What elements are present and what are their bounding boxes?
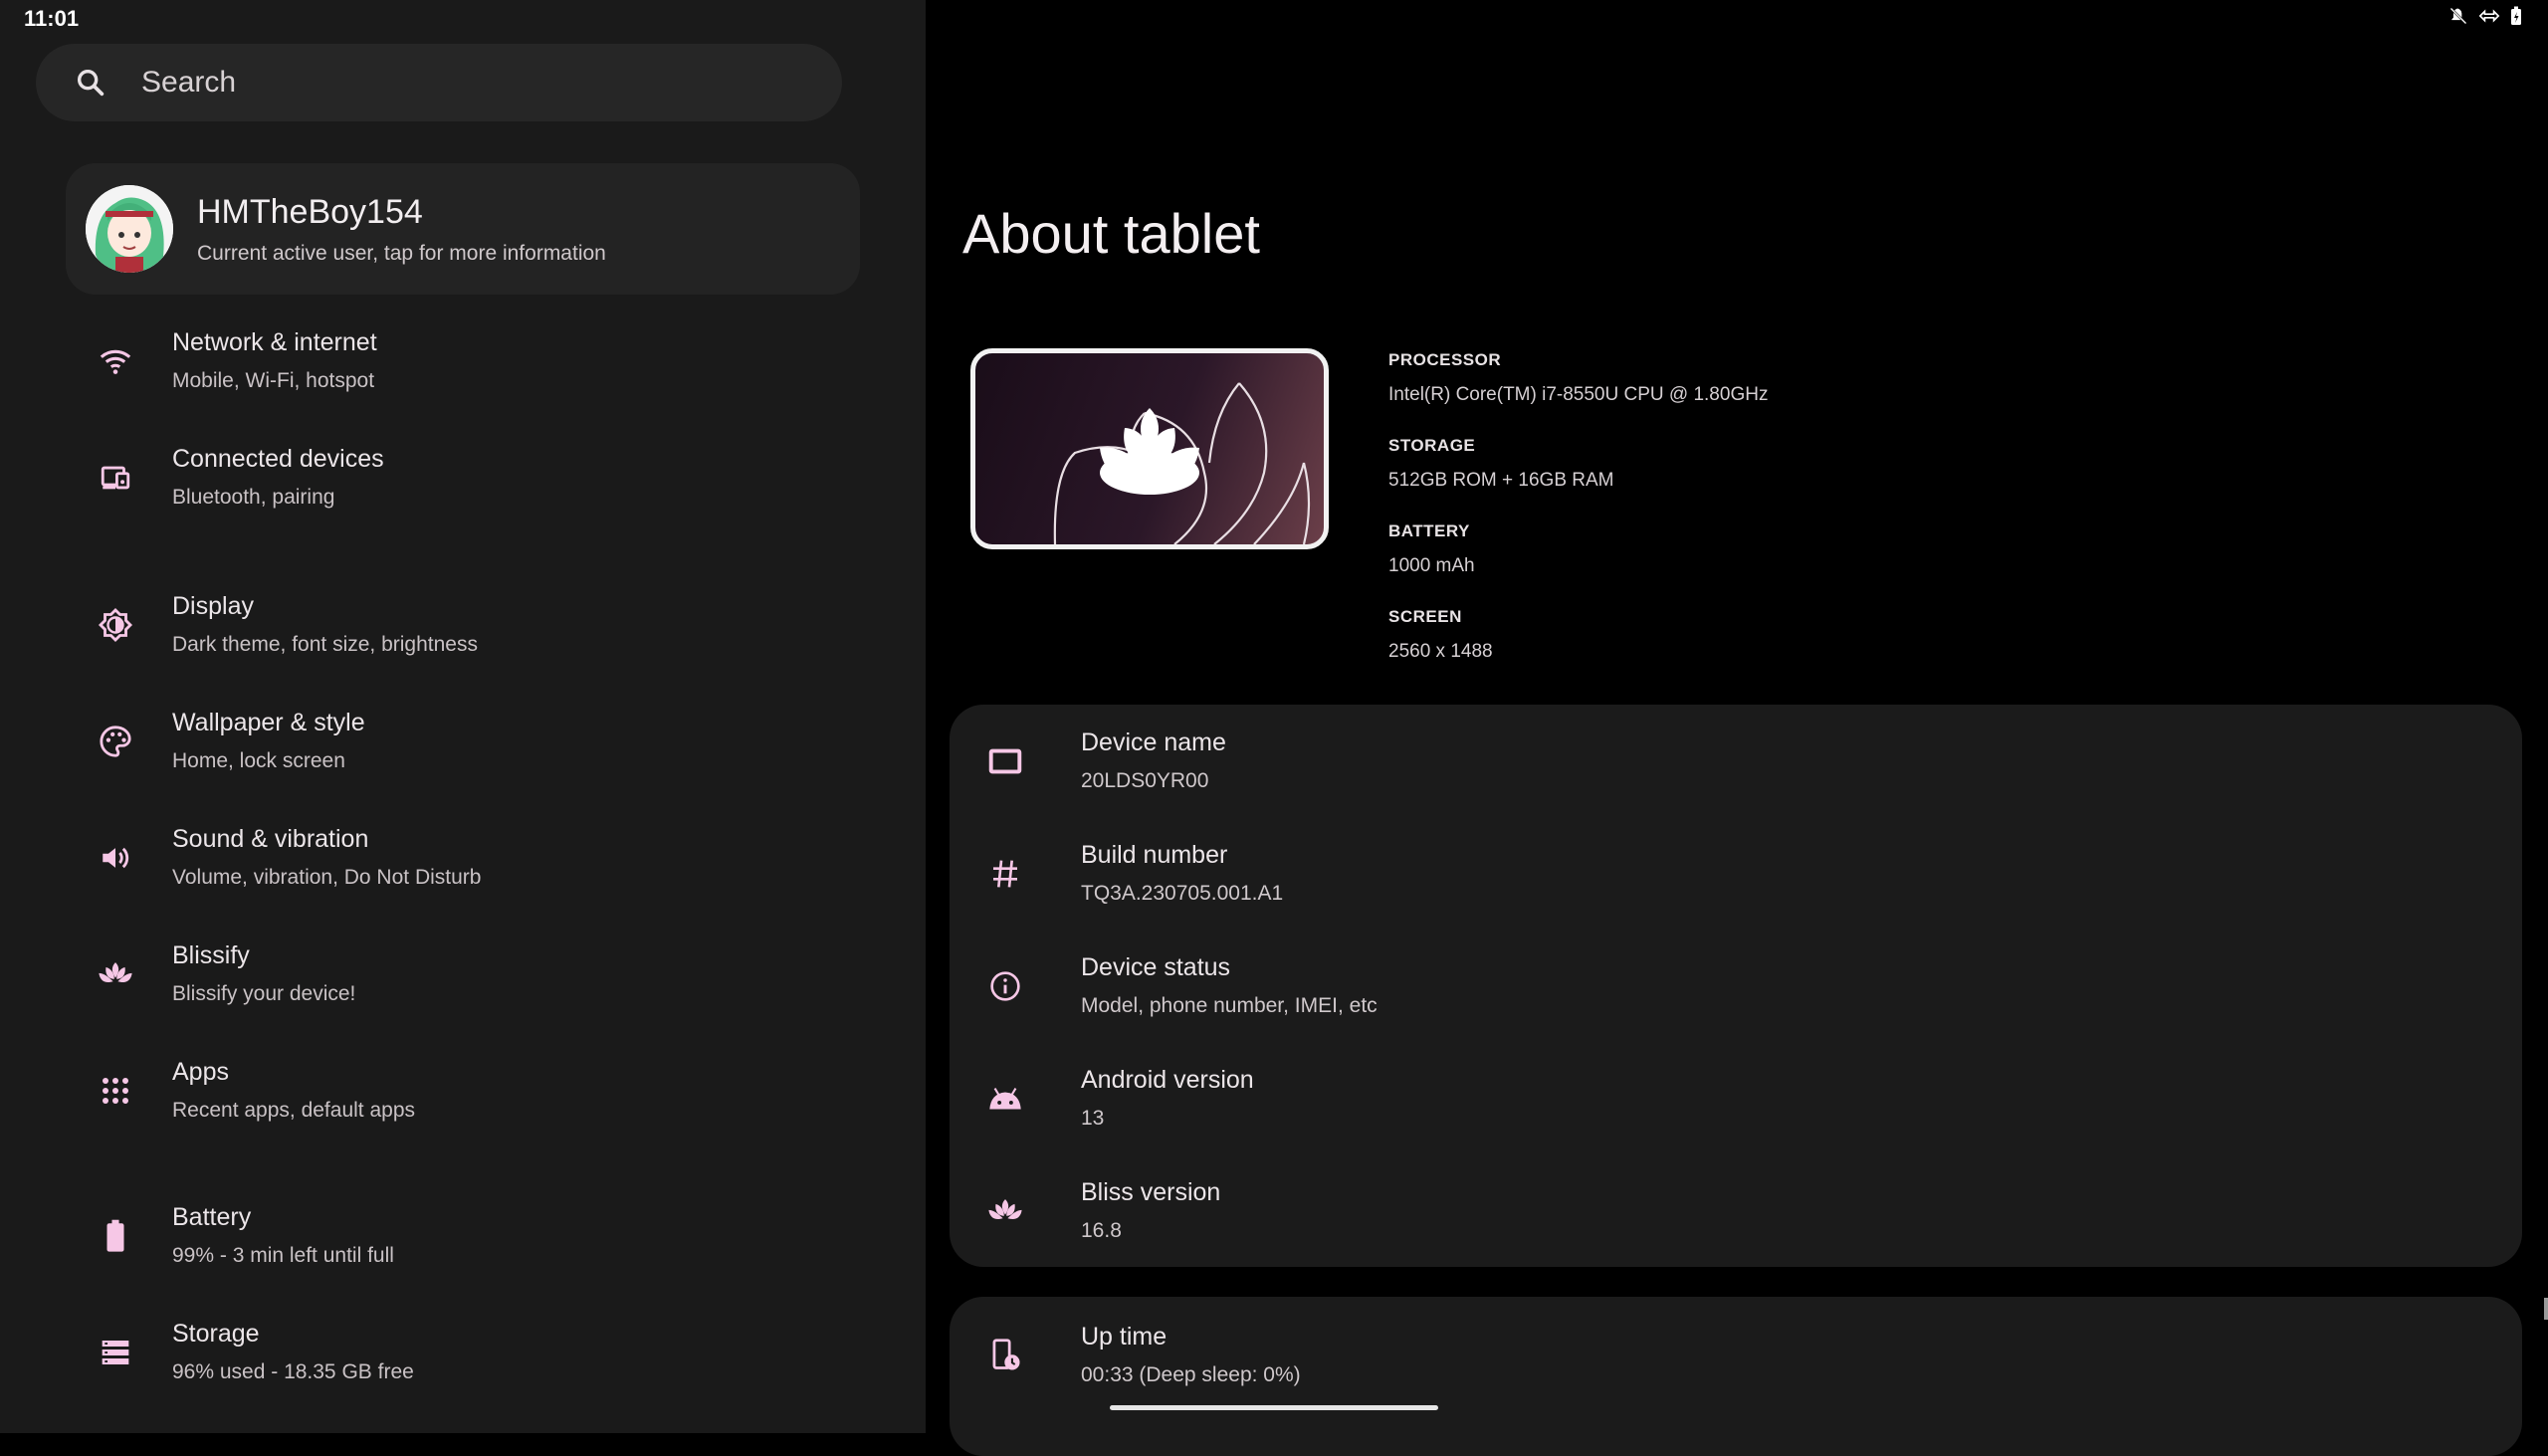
device-illustration	[970, 348, 1329, 549]
menu-item-title: Display	[172, 592, 254, 620]
row-value: 13	[1081, 1107, 1105, 1130]
volume-icon	[66, 841, 165, 875]
uptime-card: Up time 00:33 (Deep sleep: 0%)	[950, 1297, 2522, 1456]
spec-label: SCREEN	[1388, 607, 1462, 626]
lotus-icon	[950, 1196, 1061, 1226]
device-info-card: Device name 20LDS0YR00 Build number TQ3A…	[950, 705, 2522, 1267]
scrollbar[interactable]	[2544, 1298, 2548, 1320]
menu-item-connected-devices[interactable]: Connected devices Bluetooth, pairing	[66, 445, 860, 510]
hash-icon	[950, 858, 1061, 890]
row-title: Android version	[1081, 1066, 1254, 1094]
row-title: Device name	[1081, 728, 1226, 756]
battery-status-icon	[2510, 6, 2522, 31]
row-device-status[interactable]: Device status Model, phone number, IMEI,…	[950, 930, 2522, 1042]
spec-label: BATTERY	[1388, 521, 1470, 540]
menu-item-battery[interactable]: Battery 99% - 3 min left until full	[66, 1203, 860, 1268]
home-indicator[interactable]	[1110, 1405, 1438, 1410]
row-title: Up time	[1081, 1323, 1168, 1351]
menu-item-title: Apps	[172, 1058, 229, 1086]
row-title: Bliss version	[1081, 1178, 1221, 1206]
palette-icon	[66, 725, 165, 758]
spec-value: Intel(R) Core(TM) i7-8550U CPU @ 1.80GHz	[1388, 384, 1769, 405]
brightness-icon	[66, 607, 165, 643]
menu-item-title: Storage	[172, 1320, 260, 1348]
notifications-off-icon	[2448, 6, 2468, 31]
lotus-icon	[66, 959, 165, 989]
menu-item-sound[interactable]: Sound & vibration Volume, vibration, Do …	[66, 825, 860, 890]
status-icons	[2448, 6, 2522, 31]
menu-item-title: Network & internet	[172, 328, 377, 356]
menu-item-title: Connected devices	[172, 445, 384, 473]
spec-processor: PROCESSOR Intel(R) Core(TM) i7-8550U CPU…	[1388, 350, 1768, 406]
search-placeholder: Search	[141, 66, 237, 99]
menu-item-subtitle: 99% - 3 min left until full	[172, 1244, 394, 1267]
row-title: Build number	[1081, 841, 1228, 869]
menu-item-title: Blissify	[172, 941, 250, 969]
menu-item-title: Battery	[172, 1203, 252, 1231]
row-bliss-version[interactable]: Bliss version 16.8	[950, 1154, 2522, 1267]
menu-item-subtitle: Recent apps, default apps	[172, 1099, 416, 1122]
menu-item-title: Sound & vibration	[172, 825, 369, 853]
row-value: 20LDS0YR00	[1081, 769, 1209, 792]
search-bar[interactable]: Search	[36, 44, 842, 121]
row-value: Model, phone number, IMEI, etc	[1081, 994, 1378, 1017]
menu-item-wallpaper[interactable]: Wallpaper & style Home, lock screen	[66, 709, 860, 773]
spec-value: 1000 mAh	[1388, 555, 1475, 576]
avatar	[86, 185, 173, 273]
spec-value: 512GB ROM + 16GB RAM	[1388, 470, 1614, 491]
menu-item-network[interactable]: Network & internet Mobile, Wi-Fi, hotspo…	[66, 328, 860, 393]
search-icon	[74, 66, 107, 100]
spec-screen: SCREEN 2560 x 1488	[1388, 607, 1768, 663]
menu-item-blissify[interactable]: Blissify Blissify your device!	[66, 941, 860, 1006]
menu-item-subtitle: Mobile, Wi-Fi, hotspot	[172, 369, 375, 392]
status-time: 11:01	[24, 6, 80, 31]
settings-sidebar: Search HMTheBoy154 Current active user, …	[0, 0, 926, 1433]
spec-value: 2560 x 1488	[1388, 641, 1493, 662]
row-android-version[interactable]: Android version 13	[950, 1042, 2522, 1154]
row-build-number[interactable]: Build number TQ3A.230705.001.A1	[950, 817, 2522, 930]
menu-item-subtitle: 96% used - 18.35 GB free	[172, 1360, 414, 1383]
uptime-icon	[950, 1338, 1061, 1373]
row-value: TQ3A.230705.001.A1	[1081, 882, 1284, 905]
battery-icon	[66, 1219, 165, 1253]
menu-item-subtitle: Blissify your device!	[172, 982, 356, 1005]
row-value: 16.8	[1081, 1219, 1122, 1242]
device-specs: PROCESSOR Intel(R) Core(TM) i7-8550U CPU…	[1388, 350, 1768, 693]
menu-item-subtitle: Volume, vibration, Do Not Disturb	[172, 866, 482, 889]
row-uptime[interactable]: Up time 00:33 (Deep sleep: 0%)	[950, 1299, 2522, 1411]
android-icon	[950, 1086, 1061, 1112]
storage-icon	[66, 1337, 165, 1368]
info-icon	[950, 970, 1061, 1002]
row-value: 00:33 (Deep sleep: 0%)	[1081, 1363, 1301, 1386]
menu-item-apps[interactable]: Apps Recent apps, default apps	[66, 1058, 860, 1123]
tablet-icon	[950, 748, 1061, 774]
user-name: HMTheBoy154	[197, 192, 423, 231]
page-title: About tablet	[962, 202, 1260, 265]
devices-icon	[66, 461, 165, 495]
menu-item-subtitle: Bluetooth, pairing	[172, 486, 335, 509]
menu-item-storage[interactable]: Storage 96% used - 18.35 GB free	[66, 1320, 860, 1384]
spec-storage: STORAGE 512GB ROM + 16GB RAM	[1388, 436, 1768, 492]
user-subtitle: Current active user, tap for more inform…	[197, 241, 606, 265]
spec-label: PROCESSOR	[1388, 350, 1502, 369]
data-transfer-icon	[2478, 6, 2500, 31]
status-bar: 11:01	[0, 0, 2548, 36]
row-title: Device status	[1081, 953, 1231, 981]
spec-battery: BATTERY 1000 mAh	[1388, 521, 1768, 577]
row-device-name[interactable]: Device name 20LDS0YR00	[950, 705, 2522, 817]
apps-grid-icon	[66, 1076, 165, 1106]
user-card[interactable]: HMTheBoy154 Current active user, tap for…	[66, 163, 860, 295]
menu-item-subtitle: Home, lock screen	[172, 749, 345, 772]
spec-label: STORAGE	[1388, 436, 1476, 455]
wifi-icon	[66, 344, 165, 378]
menu-item-subtitle: Dark theme, font size, brightness	[172, 633, 478, 656]
menu-item-title: Wallpaper & style	[172, 709, 365, 736]
menu-item-display[interactable]: Display Dark theme, font size, brightnes…	[66, 592, 860, 657]
